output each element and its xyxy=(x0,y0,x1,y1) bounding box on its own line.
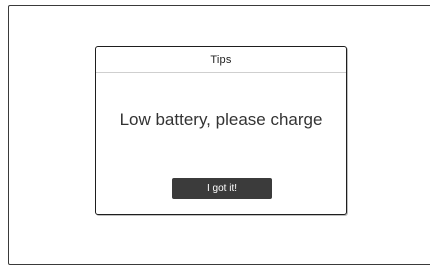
dialog-title: Tips xyxy=(210,53,232,66)
dialog-message: Low battery, please charge xyxy=(119,110,323,129)
got-it-button[interactable]: I got it! xyxy=(172,178,272,199)
tips-dialog: Tips Low battery, please charge I got it… xyxy=(95,46,347,215)
dialog-header: Tips xyxy=(96,47,346,73)
got-it-button-label: I got it! xyxy=(206,183,237,194)
